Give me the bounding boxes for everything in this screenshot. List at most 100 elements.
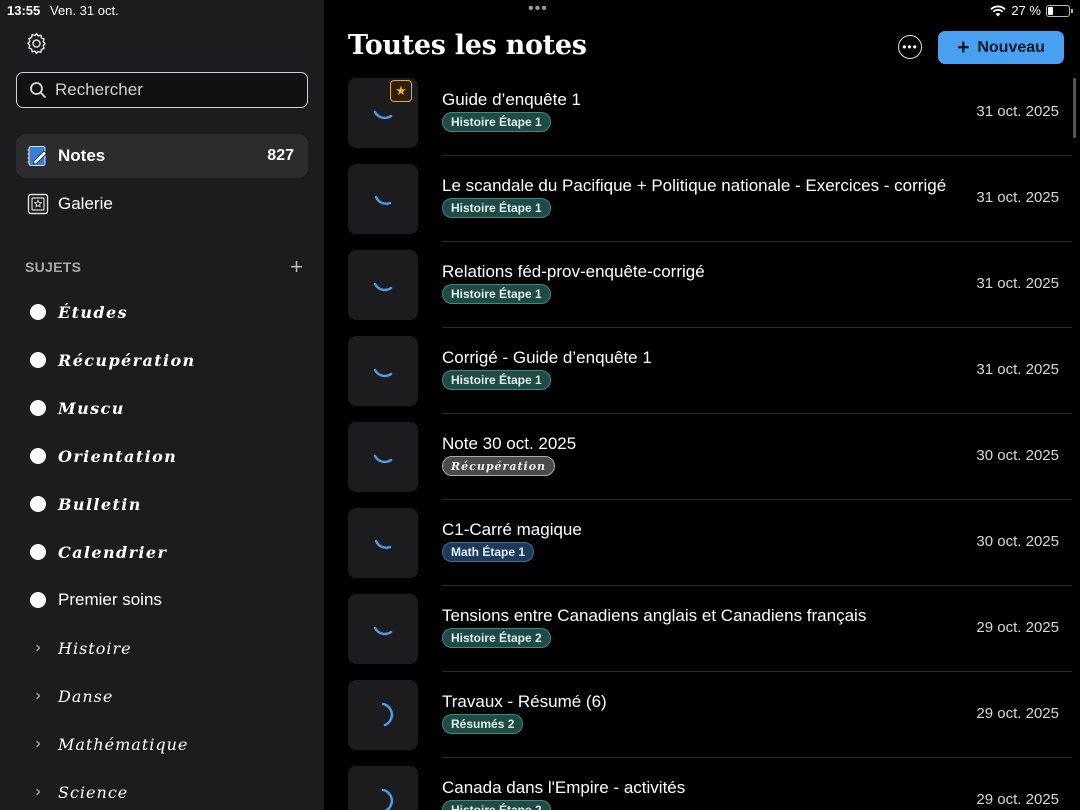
loading-spinner-icon xyxy=(373,110,393,120)
sidebar-subject-item[interactable]: › Mathématique xyxy=(28,720,308,768)
subject-label: Mathématique xyxy=(58,734,189,754)
note-row[interactable]: Note 30 oct. 2025 Récupération 30 oct. 202… xyxy=(324,414,1080,500)
note-row[interactable]: Canada dans l'Empire - activités Histoire… xyxy=(324,758,1080,810)
note-row[interactable]: Le scandale du Pacifique + Politique nat… xyxy=(324,156,1080,242)
notebook-pencil-icon xyxy=(27,146,48,166)
note-date: 31 oct. 2025 xyxy=(976,189,1059,206)
notes-count: 827 xyxy=(267,147,294,164)
sidebar-subject-item[interactable]: Calendrier xyxy=(28,528,308,576)
sidebar-subject-item[interactable]: › Science xyxy=(28,768,308,810)
subject-label: Récupération xyxy=(58,350,196,370)
subject-label: Danse xyxy=(58,686,114,706)
note-title: Relations féd-prov-enquête-corrigé xyxy=(442,262,705,281)
note-subject-tag[interactable]: Histoire Étape 2 xyxy=(442,628,551,648)
note-thumbnail[interactable] xyxy=(348,336,418,406)
search-field[interactable] xyxy=(16,72,308,108)
subject-label: Premier soins xyxy=(58,590,162,609)
sidebar-subject-item[interactable]: Muscu xyxy=(28,384,308,432)
plus-icon: + xyxy=(957,35,970,59)
sidebar-subject-item[interactable]: Études xyxy=(28,288,308,336)
sidebar-subject-item[interactable]: › Histoire xyxy=(28,624,308,672)
loading-spinner-icon xyxy=(373,282,393,292)
note-thumbnail[interactable] xyxy=(348,422,418,492)
status-bar: 13:55 Ven. 31 oct. ••• 27 % xyxy=(0,0,1080,22)
chevron-right-icon[interactable]: › xyxy=(30,735,46,753)
chevron-right-icon[interactable]: › xyxy=(30,783,46,801)
ellipsis-icon: ••• xyxy=(902,40,918,54)
loading-spinner-icon xyxy=(381,789,394,810)
note-thumbnail[interactable] xyxy=(348,164,418,234)
note-title: Tensions entre Canadiens anglais et Cana… xyxy=(442,606,867,625)
sidebar-subject-item[interactable]: › Danse xyxy=(28,672,308,720)
page-title: Toutes les notes xyxy=(348,30,587,61)
sidebar-subject-item[interactable]: Premier soins xyxy=(28,576,308,624)
subject-dot-icon xyxy=(30,448,46,464)
note-thumbnail[interactable]: ★ xyxy=(348,78,418,148)
note-row[interactable]: C1-Carré magique Math Étape 1 30 oct. 2025 xyxy=(324,500,1080,586)
note-title: Travaux - Résumé (6) xyxy=(442,692,607,711)
loading-spinner-icon xyxy=(373,454,393,464)
subject-label: Science xyxy=(58,782,129,802)
note-row[interactable]: Tensions entre Canadiens anglais et Cana… xyxy=(324,586,1080,672)
subject-dot-icon xyxy=(30,352,46,368)
loading-spinner-icon xyxy=(373,368,393,378)
chevron-right-icon[interactable]: › xyxy=(30,639,46,657)
note-thumbnail[interactable] xyxy=(348,594,418,664)
note-date: 31 oct. 2025 xyxy=(976,275,1059,292)
note-title: Corrigé - Guide d’enquête 1 xyxy=(442,348,652,367)
note-subject-tag[interactable]: Récupération xyxy=(442,456,556,476)
note-subject-tag[interactable]: Histoire Étape 1 xyxy=(442,284,551,304)
subject-dot-icon xyxy=(30,544,46,560)
status-date: Ven. 31 oct. xyxy=(50,3,119,18)
note-date: 29 oct. 2025 xyxy=(976,791,1059,808)
loading-spinner-icon xyxy=(374,195,392,205)
note-row[interactable]: ★ Guide d’enquête 1 Histoire Étape 1 31 oct… xyxy=(324,70,1080,156)
sidebar-subject-item[interactable]: Récupération xyxy=(28,336,308,384)
notes-list[interactable]: ★ Guide d’enquête 1 Histoire Étape 1 31 oct… xyxy=(324,70,1080,810)
note-thumbnail[interactable] xyxy=(348,766,418,810)
note-subject-tag[interactable]: Histoire Étape 1 xyxy=(442,112,551,132)
wifi-icon xyxy=(990,5,1006,16)
more-options-button[interactable]: ••• xyxy=(898,35,922,59)
note-row[interactable]: Corrigé - Guide d’enquête 1 Histoire Étap… xyxy=(324,328,1080,414)
search-input[interactable] xyxy=(55,80,295,100)
note-title: C1-Carré magique xyxy=(442,520,582,539)
gear-icon[interactable] xyxy=(24,31,49,56)
subject-label: Bulletin xyxy=(58,494,142,514)
favorite-star-icon[interactable]: ★ xyxy=(390,80,412,102)
gallery-icon xyxy=(27,193,49,215)
battery-icon xyxy=(1046,4,1073,17)
note-row[interactable]: Relations féd-prov-enquête-corrigé Histoi… xyxy=(324,242,1080,328)
subject-label: Calendrier xyxy=(58,542,168,562)
scrollbar[interactable] xyxy=(1073,78,1076,138)
note-thumbnail[interactable] xyxy=(348,250,418,320)
note-subject-tag[interactable]: Histoire Étape 1 xyxy=(442,198,551,218)
subject-dot-icon xyxy=(30,304,46,320)
status-right: 27 % xyxy=(990,3,1073,18)
subject-label: Études xyxy=(58,302,128,322)
note-row[interactable]: Travaux - Résumé (6) Résumés 2 29 oct. 202… xyxy=(324,672,1080,758)
loading-spinner-icon xyxy=(373,626,393,636)
note-title: Note 30 oct. 2025 xyxy=(442,434,577,453)
subjects-list: Études Récupération Muscu Orientation Bullet… xyxy=(28,288,308,810)
note-date: 31 oct. 2025 xyxy=(976,361,1059,378)
sidebar-subject-item[interactable]: Bulletin xyxy=(28,480,308,528)
note-date: 30 oct. 2025 xyxy=(976,533,1059,550)
chevron-right-icon[interactable]: › xyxy=(30,687,46,705)
sidebar-subject-item[interactable]: Orientation xyxy=(28,432,308,480)
new-note-button[interactable]: + Nouveau xyxy=(938,31,1064,64)
note-subject-tag[interactable]: Math Étape 1 xyxy=(442,542,535,562)
note-subject-tag[interactable]: Histoire Étape 2 xyxy=(442,800,551,810)
subject-dot-icon xyxy=(30,496,46,512)
note-thumbnail[interactable] xyxy=(348,680,418,750)
note-subject-tag[interactable]: Résumés 2 xyxy=(442,714,524,734)
add-subject-icon[interactable]: + xyxy=(290,256,303,278)
sidebar-item-notes[interactable]: Notes 827 xyxy=(16,134,308,178)
note-date: 31 oct. 2025 xyxy=(976,103,1059,120)
sidebar: Notes 827 Galerie SUJETS + Études Récupér… xyxy=(0,0,324,810)
note-thumbnail[interactable] xyxy=(348,508,418,578)
note-subject-tag[interactable]: Histoire Étape 1 xyxy=(442,370,551,390)
battery-percent: 27 % xyxy=(1011,3,1041,18)
multitasking-dots-icon[interactable]: ••• xyxy=(528,0,548,18)
sidebar-item-galerie[interactable]: Galerie xyxy=(16,184,308,224)
